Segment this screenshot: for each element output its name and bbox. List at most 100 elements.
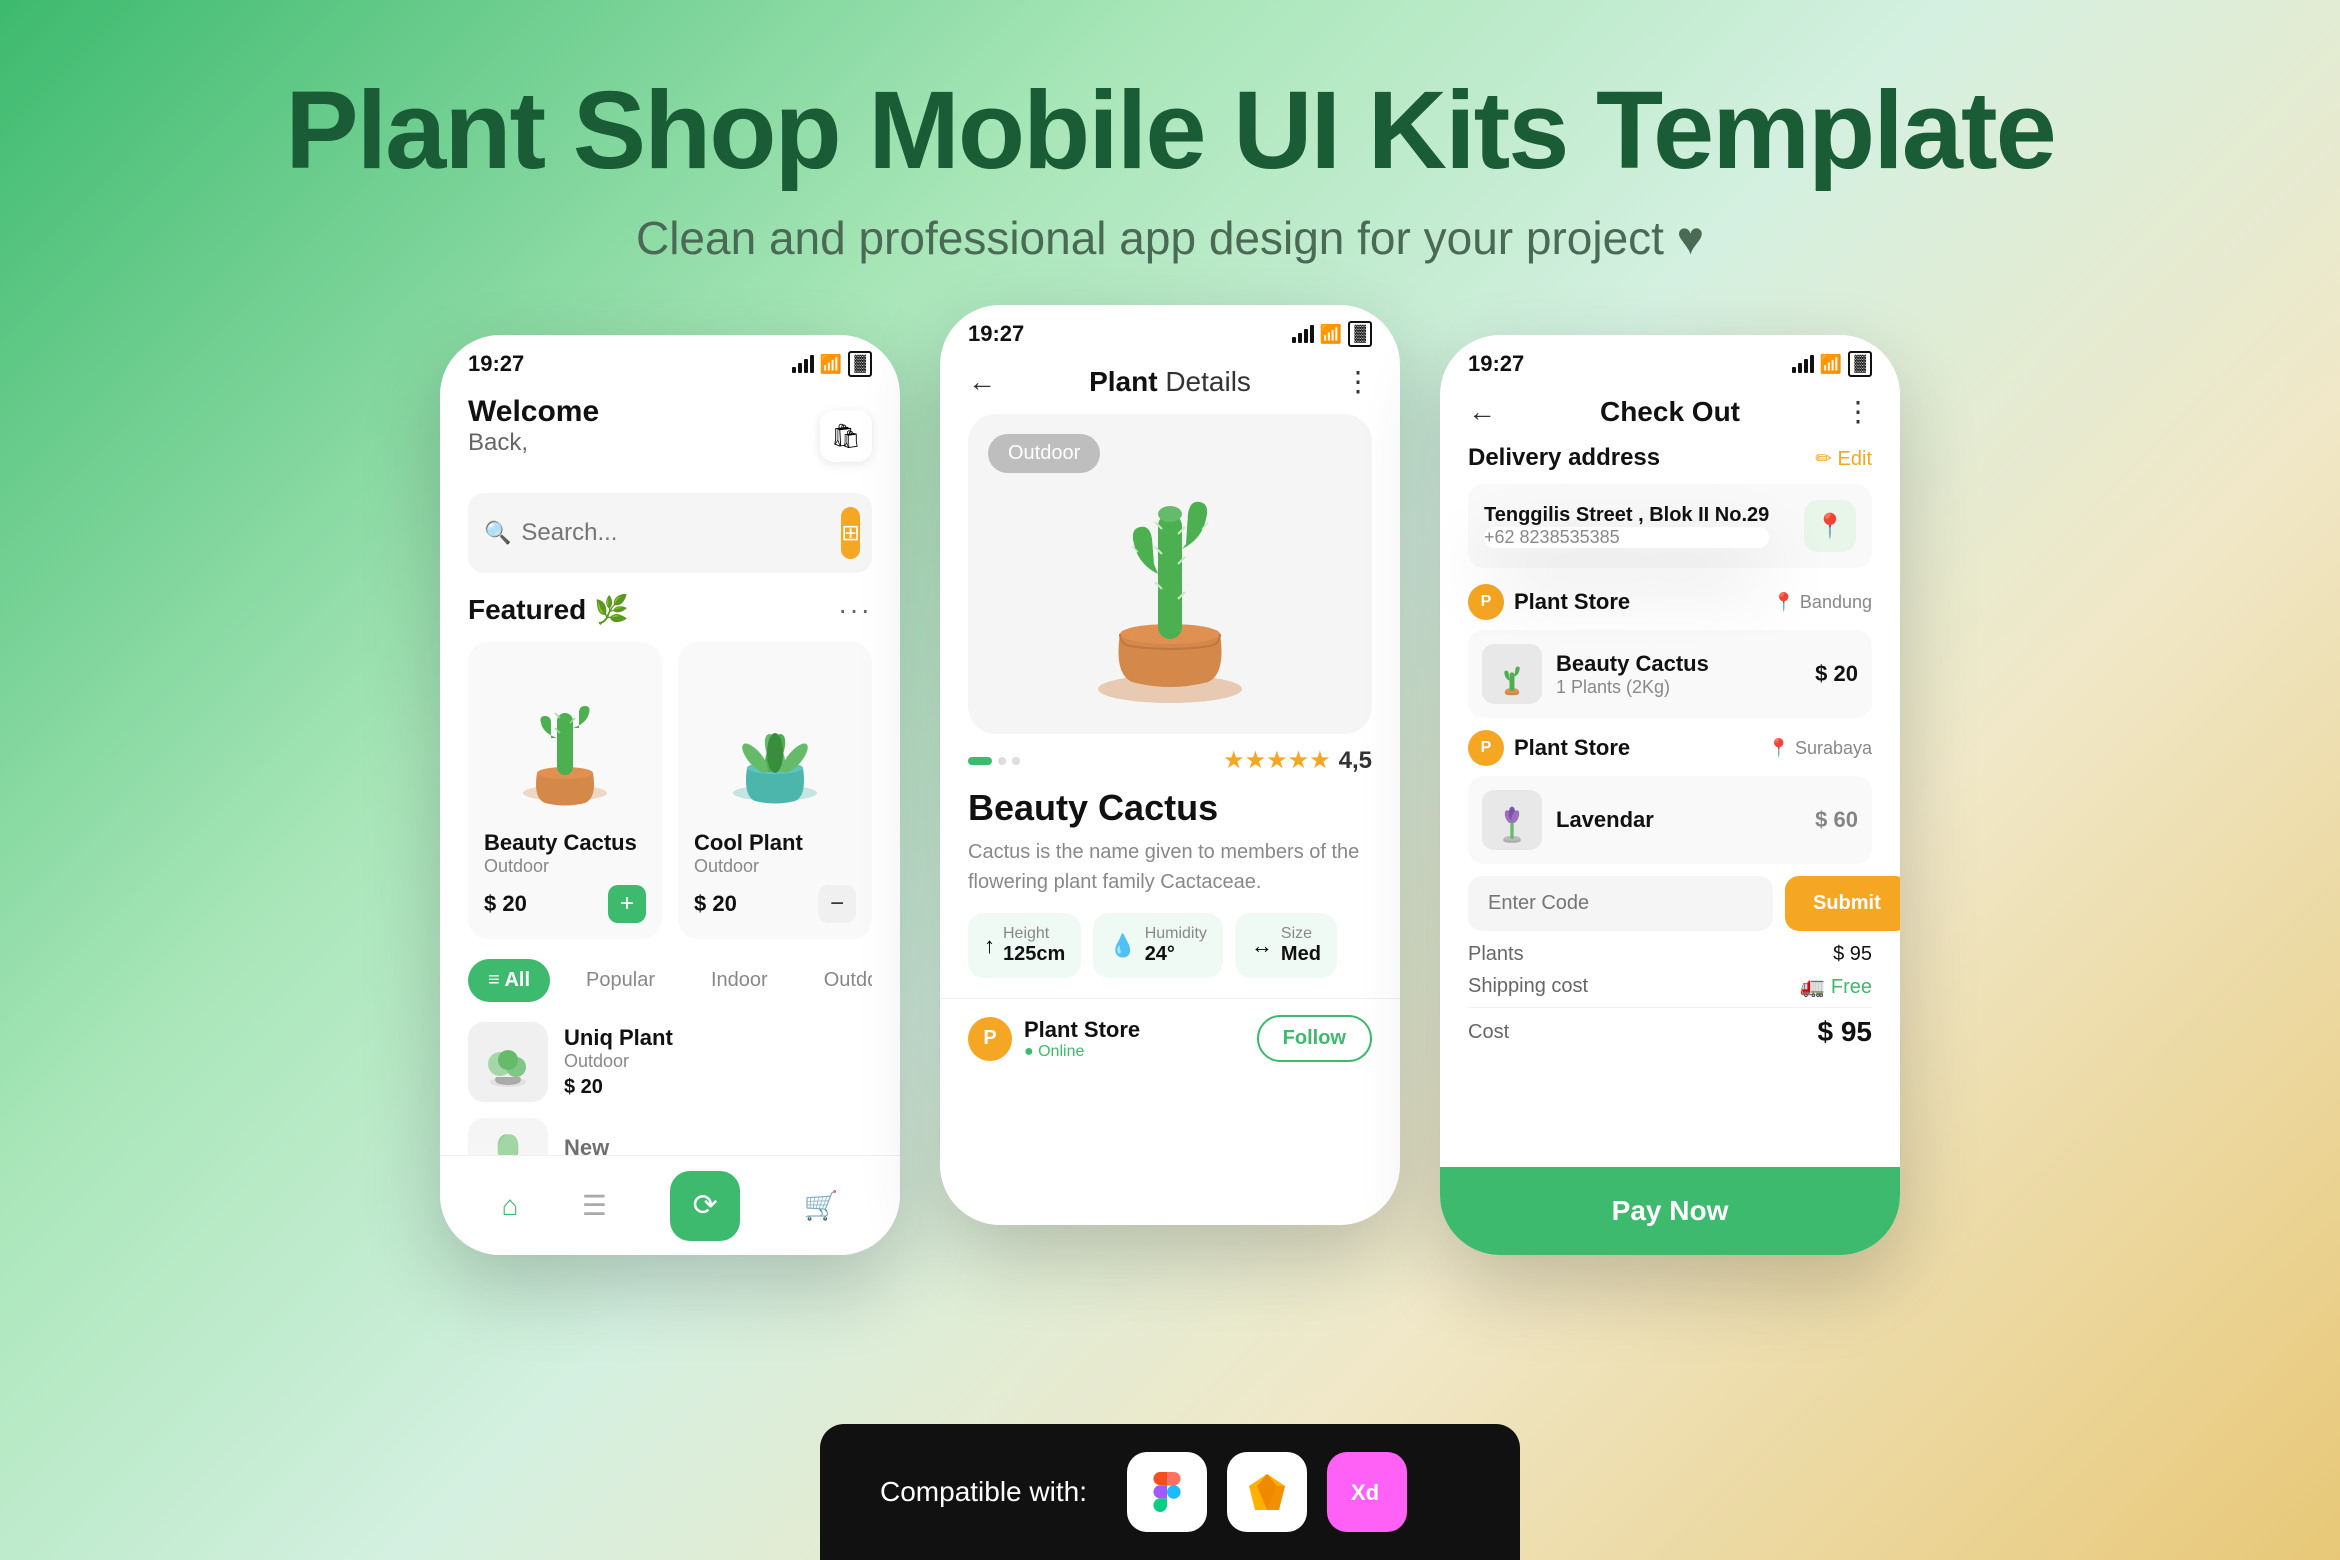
status-time-2: 19:27 [968, 321, 1024, 347]
phones-container: 19:27 📶 ▓ Welcome Back, 🛍 [0, 335, 2340, 1255]
order-item-2-info: Lavendar [1556, 807, 1654, 833]
status-bar-3: 19:27 📶 ▓ [1440, 335, 1900, 385]
checkout-content: Delivery address ✏ Edit Tenggilis Street… [1440, 444, 1900, 1048]
order-item-1-info: Beauty Cactus 1 Plants (2Kg) [1556, 651, 1709, 698]
more-button[interactable]: ··· [838, 594, 872, 626]
filter-button[interactable]: ⊞ [841, 507, 859, 559]
compat-label: Compatible with: [880, 1476, 1087, 1508]
stars: ★★★★★ [1223, 746, 1331, 775]
address-text: Tenggilis Street , Blok II No.29 +62 823… [1484, 504, 1769, 548]
map-button[interactable]: 📍 [1804, 500, 1856, 552]
store2-location: 📍 Surabaya [1768, 738, 1872, 759]
plant-card-2-image [694, 658, 856, 818]
wifi-icon-3: 📶 [1820, 354, 1842, 375]
figma-icon [1127, 1452, 1207, 1532]
card1-name: Beauty Cactus [484, 830, 646, 856]
order-item-1: Beauty Cactus 1 Plants (2Kg) $ 20 [1468, 630, 1872, 718]
nav-scan-button[interactable]: ⟳ [670, 1171, 740, 1241]
plant-card-1-image [484, 658, 646, 818]
greeting: Welcome Back, [468, 395, 599, 457]
humidity-info: Humidity 24° [1145, 925, 1207, 966]
address-street: Tenggilis Street , Blok II No.29 [1484, 504, 1769, 527]
store-avatar: P [968, 1017, 1012, 1061]
card1-price: $ 20 [484, 891, 527, 917]
total-label: Cost [1468, 1021, 1509, 1044]
cat-indoor[interactable]: Indoor [691, 959, 788, 1002]
plant-card-2[interactable]: Cool Plant Outdoor $ 20 − [678, 642, 872, 939]
phone-checkout: 19:27 📶 ▓ ← Check Out ⋮ Delivery address… [1440, 335, 1900, 1255]
cat-outdoor[interactable]: Outdoor [804, 959, 872, 1002]
pay-button[interactable]: Pay Now [1440, 1167, 1900, 1255]
svg-text:Xd: Xd [1351, 1480, 1379, 1505]
card2-footer: $ 20 − [694, 885, 856, 923]
image-dots [968, 757, 1020, 765]
phone1-content: Welcome Back, 🛍 🔍 ⊞ Featured 🌿 ··· [440, 385, 900, 1224]
details-title: Plant Details [1089, 366, 1251, 398]
height-info: Height 125cm [1003, 925, 1065, 966]
order-cactus-svg [1487, 649, 1537, 699]
wifi-icon: 📶 [820, 354, 842, 375]
store2-avatar: P [1468, 730, 1504, 766]
details-title-regular: Details [1158, 366, 1251, 397]
list-item-1[interactable]: Uniq Plant Outdoor $ 20 [468, 1022, 872, 1102]
nav-home-icon[interactable]: ⌂ [502, 1190, 519, 1222]
summary-plants: Plants $ 95 [1468, 943, 1872, 966]
uniq-plant-svg [478, 1032, 538, 1092]
order-item-2-price: $ 60 [1815, 807, 1858, 833]
order-store-2: P Plant Store 📍 Surabaya [1468, 730, 1872, 766]
compat-icons: Xd [1127, 1452, 1407, 1532]
back-button-2[interactable]: ← [968, 366, 996, 398]
details-header: ← Plant Details ⋮ [940, 355, 1400, 414]
back-button-3[interactable]: ← [1468, 396, 1496, 428]
plant-card-1[interactable]: Beauty Cactus Outdoor $ 20 + [468, 642, 662, 939]
dot-1 [968, 757, 992, 765]
plant-name: Beauty Cactus [968, 787, 1372, 829]
shipping-label: Shipping cost [1468, 975, 1588, 998]
nav-cart-icon[interactable]: 🛒 [803, 1189, 838, 1222]
store1-location: 📍 Bandung [1773, 592, 1872, 613]
submit-button[interactable]: Submit [1785, 876, 1900, 931]
plants-label: Plants [1468, 943, 1524, 966]
page-subtitle: Clean and professional app design for yo… [0, 211, 2340, 265]
welcome-text: Welcome [468, 395, 599, 429]
plant-info: Beauty Cactus Cactus is the name given t… [940, 787, 1400, 978]
featured-title: Featured 🌿 [468, 593, 629, 626]
status-icons-1: 📶 ▓ [792, 351, 872, 377]
battery-icon: ▓ [848, 351, 872, 377]
list1-name: Uniq Plant [564, 1025, 673, 1051]
promo-input[interactable] [1468, 876, 1773, 931]
details-more[interactable]: ⋮ [1344, 365, 1372, 398]
cat-popular[interactable]: Popular [566, 959, 675, 1002]
list1-price: $ 20 [564, 1076, 673, 1099]
map-icon: 📍 [1815, 512, 1845, 541]
card1-type: Outdoor [484, 856, 646, 877]
outdoor-badge: Outdoor [988, 434, 1100, 473]
order-item-1-qty: 1 Plants (2Kg) [1556, 677, 1709, 698]
details-title-bold: Plant [1089, 366, 1157, 397]
card2-minus-button[interactable]: − [818, 885, 856, 923]
notification-button[interactable]: 🛍 [820, 410, 872, 462]
follow-button[interactable]: Follow [1257, 1015, 1372, 1062]
stat-height: ↑ Height 125cm [968, 913, 1081, 978]
humidity-label: Humidity [1145, 925, 1207, 943]
summary-total: Cost $ 95 [1468, 1007, 1872, 1048]
size-value: Med [1281, 943, 1321, 966]
edit-button[interactable]: ✏ Edit [1815, 446, 1872, 471]
stat-size: ↔ Size Med [1235, 913, 1337, 978]
cat-all[interactable]: ≡ All [468, 959, 550, 1002]
order-item-1-name: Beauty Cactus [1556, 651, 1709, 677]
nav-list-icon[interactable]: ☰ [582, 1189, 607, 1222]
sketch-icon [1227, 1452, 1307, 1532]
card2-price: $ 20 [694, 891, 737, 917]
compat-bar: Compatible with: [820, 1424, 1520, 1560]
humidity-icon: 💧 [1109, 933, 1136, 959]
plant-hero-image: Outdoor [968, 414, 1372, 734]
store1-left: P Plant Store [1468, 584, 1630, 620]
search-input[interactable] [521, 519, 831, 547]
battery-icon-3: ▓ [1848, 351, 1872, 377]
xd-icon: Xd [1327, 1452, 1407, 1532]
greeting-row: Welcome Back, 🛍 [468, 395, 872, 477]
card1-add-button[interactable]: + [608, 885, 646, 923]
checkout-more[interactable]: ⋮ [1844, 395, 1872, 428]
store2-name: Plant Store [1514, 735, 1630, 761]
